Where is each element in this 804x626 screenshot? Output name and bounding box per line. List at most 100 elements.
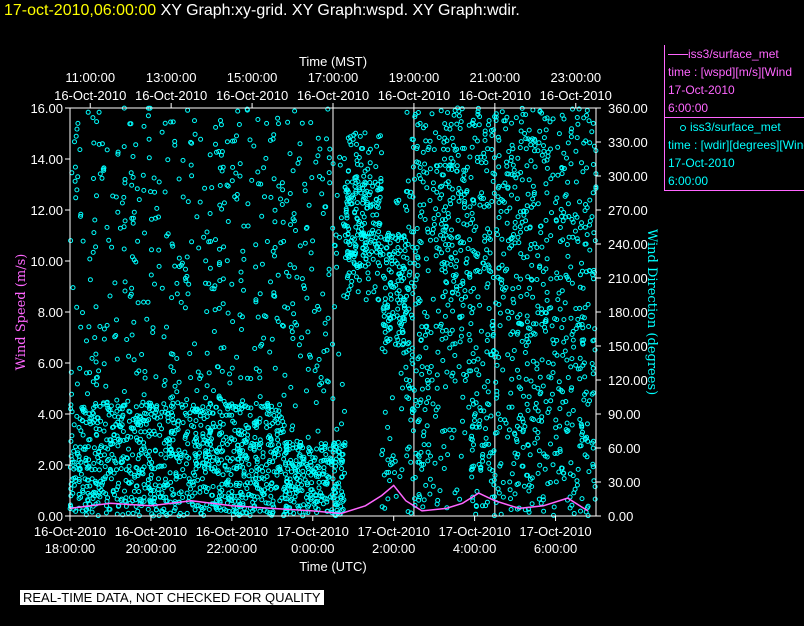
- wdir-point: [129, 285, 135, 291]
- wdir-point: [392, 470, 397, 476]
- wdir-point: [529, 262, 535, 268]
- wdir-point: [541, 508, 547, 514]
- wdir-point: [517, 145, 523, 151]
- wdir-point: [575, 316, 581, 322]
- wdir-point: [429, 111, 435, 117]
- wdir-point: [564, 155, 569, 161]
- wdir-point: [568, 364, 574, 370]
- left-tick-label: 8.00: [38, 305, 63, 320]
- wdir-point: [324, 378, 330, 384]
- wdir-point: [220, 276, 226, 282]
- wdir-point: [509, 376, 515, 382]
- wdir-point: [587, 197, 593, 203]
- wdir-point: [530, 183, 536, 189]
- wdir-point: [543, 399, 549, 405]
- wdir-point: [272, 207, 278, 213]
- wdir-point: [135, 456, 141, 462]
- wdir-point: [464, 213, 470, 218]
- wdir-point: [582, 224, 588, 230]
- wdir-point: [225, 219, 231, 224]
- wdir-point: [92, 217, 98, 223]
- wdir-point: [430, 296, 436, 302]
- wdir-point: [268, 279, 273, 285]
- wdir-point: [114, 317, 119, 323]
- wdir-point: [276, 121, 281, 127]
- wdir-point: [381, 472, 387, 478]
- wdir-point: [454, 258, 460, 264]
- wdir-point: [163, 447, 169, 453]
- wdir-point: [80, 310, 85, 316]
- wdir-point: [91, 460, 97, 466]
- wdir-point: [584, 421, 590, 427]
- wdir-point: [317, 146, 323, 152]
- wdir-point: [225, 310, 231, 316]
- wdir-point: [475, 356, 481, 362]
- wdir-point: [107, 293, 113, 299]
- wdir-point: [390, 310, 396, 316]
- wdir-point: [549, 210, 554, 216]
- left-axis-title: Wind Speed (m/s): [14, 254, 29, 371]
- wdir-point: [441, 207, 447, 213]
- wdir-point: [136, 489, 142, 494]
- wdir-point: [276, 183, 282, 189]
- wdir-point: [189, 173, 195, 179]
- wdir-point: [213, 237, 218, 243]
- wdir-point: [174, 280, 180, 286]
- wdir-point: [209, 185, 215, 191]
- wdir-point: [468, 175, 474, 180]
- right-tick-label: 150.00: [608, 339, 648, 354]
- wdir-point: [426, 395, 431, 401]
- wdir-point: [108, 476, 114, 482]
- wdir-point: [526, 488, 532, 494]
- wdir-point: [217, 409, 223, 415]
- wdir-point: [263, 419, 269, 425]
- wdir-point: [420, 149, 426, 155]
- wdir-point: [255, 117, 261, 122]
- wdir-point: [326, 155, 332, 161]
- wdir-point: [476, 122, 482, 128]
- wdir-point: [519, 338, 525, 344]
- wdir-point: [485, 378, 491, 384]
- right-tick-label: 60.00: [608, 441, 641, 456]
- wdir-point: [413, 277, 419, 283]
- wdir-point: [529, 501, 535, 507]
- wdir-point: [403, 203, 408, 209]
- wdir-point: [541, 148, 547, 154]
- wdir-point: [480, 458, 486, 464]
- wdir-point: [180, 467, 186, 473]
- wdir-point: [182, 449, 188, 455]
- wdir-point: [469, 144, 475, 150]
- wdir-point: [237, 410, 243, 416]
- wdir-point: [197, 199, 203, 205]
- wdir-point: [292, 403, 298, 409]
- wdir-point: [217, 202, 223, 208]
- wdir-point: [346, 287, 352, 293]
- wdir-point: [280, 419, 286, 424]
- wdir-point: [510, 162, 516, 168]
- wdir-point: [195, 369, 201, 375]
- right-tick-label: 330.00: [608, 135, 648, 150]
- legend-entry-wdir[interactable]: iss3/surface_met time : [wdir][degrees][…: [664, 118, 804, 191]
- wdir-point: [280, 187, 286, 193]
- wdir-point: [203, 395, 209, 401]
- wdir-point: [486, 306, 492, 311]
- wdir-point: [102, 464, 108, 470]
- wdir-point: [138, 429, 144, 435]
- wdir-point: [204, 383, 210, 389]
- wdir-point: [489, 147, 495, 152]
- wdir-point: [505, 352, 511, 358]
- legend-entry-wspd[interactable]: iss3/surface_met time : [wspd][m/s][Wind…: [664, 45, 804, 118]
- wdir-point: [142, 369, 148, 374]
- wdir-point: [239, 327, 244, 332]
- wdir-point: [365, 276, 371, 282]
- wdir-point: [534, 277, 540, 282]
- wdir-point: [89, 509, 95, 515]
- wdir-point: [302, 188, 308, 194]
- wdir-point: [518, 276, 524, 282]
- wdir-point: [446, 184, 452, 190]
- wdir-point: [565, 375, 571, 380]
- wdir-point: [525, 274, 531, 280]
- wdir-point: [513, 115, 519, 121]
- wdir-point: [566, 411, 572, 417]
- wdir-point: [548, 441, 553, 447]
